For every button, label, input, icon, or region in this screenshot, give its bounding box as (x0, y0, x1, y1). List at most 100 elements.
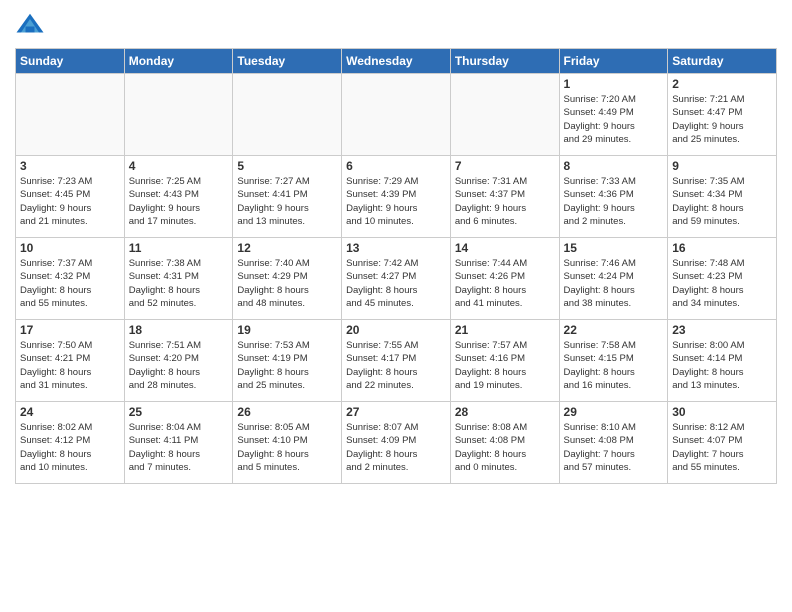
week-row-0: 1 Sunrise: 7:20 AM Sunset: 4:49 PM Daylig… (16, 74, 777, 156)
calendar-cell: 15 Sunrise: 7:46 AM Sunset: 4:24 PM Dayli… (559, 238, 668, 320)
calendar-cell: 7 Sunrise: 7:31 AM Sunset: 4:37 PM Daylig… (450, 156, 559, 238)
logo (15, 10, 49, 40)
day-number: 18 (129, 323, 229, 337)
day-number: 13 (346, 241, 446, 255)
weekday-thursday: Thursday (450, 49, 559, 74)
day-info: Sunrise: 8:07 AM Sunset: 4:09 PM Dayligh… (346, 421, 446, 474)
day-info: Sunrise: 7:27 AM Sunset: 4:41 PM Dayligh… (237, 175, 337, 228)
weekday-monday: Monday (124, 49, 233, 74)
calendar-cell: 11 Sunrise: 7:38 AM Sunset: 4:31 PM Dayli… (124, 238, 233, 320)
day-number: 3 (20, 159, 120, 173)
day-number: 10 (20, 241, 120, 255)
day-info: Sunrise: 7:42 AM Sunset: 4:27 PM Dayligh… (346, 257, 446, 310)
calendar-cell (342, 74, 451, 156)
weekday-tuesday: Tuesday (233, 49, 342, 74)
day-number: 4 (129, 159, 229, 173)
calendar-cell: 3 Sunrise: 7:23 AM Sunset: 4:45 PM Daylig… (16, 156, 125, 238)
day-info: Sunrise: 7:40 AM Sunset: 4:29 PM Dayligh… (237, 257, 337, 310)
day-number: 2 (672, 77, 772, 91)
day-number: 12 (237, 241, 337, 255)
day-number: 29 (564, 405, 664, 419)
calendar-cell: 6 Sunrise: 7:29 AM Sunset: 4:39 PM Daylig… (342, 156, 451, 238)
calendar-cell: 28Sunrise: 8:08 AM Sunset: 4:08 PM Dayli… (450, 402, 559, 484)
calendar-cell: 22 Sunrise: 7:58 AM Sunset: 4:15 PM Dayli… (559, 320, 668, 402)
calendar-cell (124, 74, 233, 156)
calendar-cell (233, 74, 342, 156)
day-number: 28 (455, 405, 555, 419)
calendar-cell: 30 Sunrise: 8:12 AM Sunset: 4:07 PM Dayli… (668, 402, 777, 484)
day-info: Sunrise: 8:12 AM Sunset: 4:07 PM Dayligh… (672, 421, 772, 474)
week-row-3: 17Sunrise: 7:50 AM Sunset: 4:21 PM Dayli… (16, 320, 777, 402)
day-number: 19 (237, 323, 337, 337)
day-number: 20 (346, 323, 446, 337)
weekday-header-row: SundayMondayTuesdayWednesdayThursdayFrid… (16, 49, 777, 74)
day-info: Sunrise: 7:37 AM Sunset: 4:32 PM Dayligh… (20, 257, 120, 310)
calendar-cell: 10 Sunrise: 7:37 AM Sunset: 4:32 PM Dayli… (16, 238, 125, 320)
calendar-cell: 23 Sunrise: 8:00 AM Sunset: 4:14 PM Dayli… (668, 320, 777, 402)
day-number: 5 (237, 159, 337, 173)
calendar-cell: 27 Sunrise: 8:07 AM Sunset: 4:09 PM Dayli… (342, 402, 451, 484)
calendar-cell: 16Sunrise: 7:48 AM Sunset: 4:23 PM Dayli… (668, 238, 777, 320)
day-info: Sunrise: 8:04 AM Sunset: 4:11 PM Dayligh… (129, 421, 229, 474)
calendar-cell: 24 Sunrise: 8:02 AM Sunset: 4:12 PM Dayli… (16, 402, 125, 484)
calendar-cell: 18 Sunrise: 7:51 AM Sunset: 4:20 PM Dayli… (124, 320, 233, 402)
day-number: 16 (672, 241, 772, 255)
calendar-cell: 12 Sunrise: 7:40 AM Sunset: 4:29 PM Dayli… (233, 238, 342, 320)
calendar-cell: 4Sunrise: 7:25 AM Sunset: 4:43 PM Daylig… (124, 156, 233, 238)
weekday-wednesday: Wednesday (342, 49, 451, 74)
day-number: 22 (564, 323, 664, 337)
day-info: Sunrise: 7:33 AM Sunset: 4:36 PM Dayligh… (564, 175, 664, 228)
day-number: 11 (129, 241, 229, 255)
week-row-2: 10 Sunrise: 7:37 AM Sunset: 4:32 PM Dayli… (16, 238, 777, 320)
day-info: Sunrise: 8:05 AM Sunset: 4:10 PM Dayligh… (237, 421, 337, 474)
day-info: Sunrise: 7:46 AM Sunset: 4:24 PM Dayligh… (564, 257, 664, 310)
day-number: 21 (455, 323, 555, 337)
day-info: Sunrise: 8:10 AM Sunset: 4:08 PM Dayligh… (564, 421, 664, 474)
day-info: Sunrise: 7:35 AM Sunset: 4:34 PM Dayligh… (672, 175, 772, 228)
calendar-cell: 13 Sunrise: 7:42 AM Sunset: 4:27 PM Dayli… (342, 238, 451, 320)
day-info: Sunrise: 8:00 AM Sunset: 4:14 PM Dayligh… (672, 339, 772, 392)
calendar-cell: 2 Sunrise: 7:21 AM Sunset: 4:47 PM Daylig… (668, 74, 777, 156)
week-row-4: 24 Sunrise: 8:02 AM Sunset: 4:12 PM Dayli… (16, 402, 777, 484)
day-number: 24 (20, 405, 120, 419)
day-info: Sunrise: 7:50 AM Sunset: 4:21 PM Dayligh… (20, 339, 120, 392)
day-number: 30 (672, 405, 772, 419)
day-info: Sunrise: 8:02 AM Sunset: 4:12 PM Dayligh… (20, 421, 120, 474)
header (15, 10, 777, 40)
calendar-cell (16, 74, 125, 156)
day-number: 26 (237, 405, 337, 419)
weekday-friday: Friday (559, 49, 668, 74)
day-info: Sunrise: 7:38 AM Sunset: 4:31 PM Dayligh… (129, 257, 229, 310)
calendar-cell (450, 74, 559, 156)
day-number: 1 (564, 77, 664, 91)
day-info: Sunrise: 7:23 AM Sunset: 4:45 PM Dayligh… (20, 175, 120, 228)
weekday-saturday: Saturday (668, 49, 777, 74)
calendar-cell: 9 Sunrise: 7:35 AM Sunset: 4:34 PM Daylig… (668, 156, 777, 238)
day-number: 23 (672, 323, 772, 337)
day-info: Sunrise: 7:31 AM Sunset: 4:37 PM Dayligh… (455, 175, 555, 228)
day-number: 7 (455, 159, 555, 173)
calendar: SundayMondayTuesdayWednesdayThursdayFrid… (15, 48, 777, 484)
day-info: Sunrise: 7:53 AM Sunset: 4:19 PM Dayligh… (237, 339, 337, 392)
calendar-cell: 1 Sunrise: 7:20 AM Sunset: 4:49 PM Daylig… (559, 74, 668, 156)
weekday-sunday: Sunday (16, 49, 125, 74)
day-number: 25 (129, 405, 229, 419)
logo-icon (15, 10, 45, 40)
day-info: Sunrise: 7:21 AM Sunset: 4:47 PM Dayligh… (672, 93, 772, 146)
day-info: Sunrise: 7:29 AM Sunset: 4:39 PM Dayligh… (346, 175, 446, 228)
day-number: 9 (672, 159, 772, 173)
day-info: Sunrise: 7:20 AM Sunset: 4:49 PM Dayligh… (564, 93, 664, 146)
calendar-cell: 14Sunrise: 7:44 AM Sunset: 4:26 PM Dayli… (450, 238, 559, 320)
calendar-cell: 19 Sunrise: 7:53 AM Sunset: 4:19 PM Dayli… (233, 320, 342, 402)
day-info: Sunrise: 7:51 AM Sunset: 4:20 PM Dayligh… (129, 339, 229, 392)
day-number: 6 (346, 159, 446, 173)
calendar-cell: 25 Sunrise: 8:04 AM Sunset: 4:11 PM Dayli… (124, 402, 233, 484)
day-info: Sunrise: 7:44 AM Sunset: 4:26 PM Dayligh… (455, 257, 555, 310)
day-number: 8 (564, 159, 664, 173)
week-row-1: 3 Sunrise: 7:23 AM Sunset: 4:45 PM Daylig… (16, 156, 777, 238)
day-info: Sunrise: 7:58 AM Sunset: 4:15 PM Dayligh… (564, 339, 664, 392)
calendar-cell: 17Sunrise: 7:50 AM Sunset: 4:21 PM Dayli… (16, 320, 125, 402)
day-number: 27 (346, 405, 446, 419)
day-number: 15 (564, 241, 664, 255)
calendar-cell: 20Sunrise: 7:55 AM Sunset: 4:17 PM Dayli… (342, 320, 451, 402)
